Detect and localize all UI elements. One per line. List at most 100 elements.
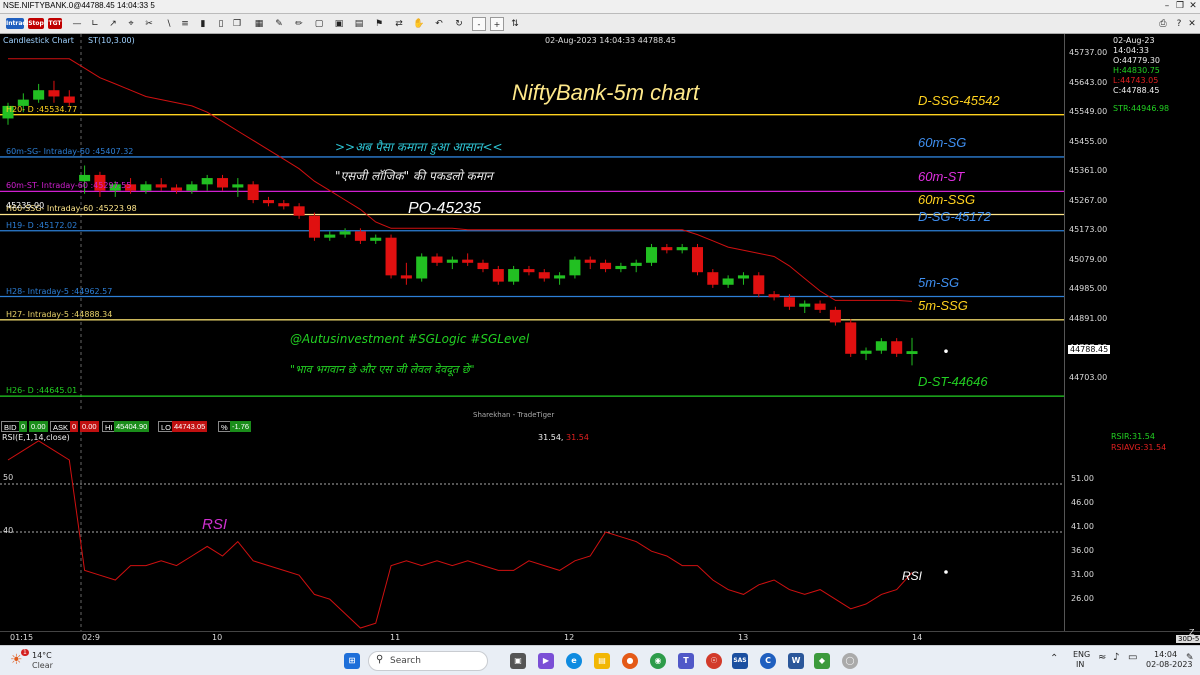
meet-icon[interactable]: ▶ bbox=[538, 653, 554, 669]
tgt-button[interactable]: TGT bbox=[48, 18, 62, 29]
level-left-label: H26- D :44645.01 bbox=[6, 386, 78, 396]
time-label: 02:9 bbox=[82, 633, 100, 642]
tradetiger-icon[interactable]: ☉ bbox=[706, 653, 722, 669]
language-label[interactable]: ENG bbox=[1073, 650, 1090, 659]
hand-icon[interactable]: ✋ bbox=[412, 16, 426, 32]
price-axis[interactable]: 45737.00 45643.00 45549.00 45455.00 45361.00… bbox=[1064, 34, 1200, 631]
candle-body bbox=[308, 215, 320, 238]
chrome-icon[interactable]: ◉ bbox=[650, 653, 666, 669]
bars-icon[interactable]: ▮ bbox=[196, 16, 210, 32]
file-explorer-icon[interactable]: ▤ bbox=[594, 653, 610, 669]
cross-icon[interactable]: ⌖ bbox=[124, 16, 138, 32]
stop-button[interactable]: Stop bbox=[28, 18, 44, 29]
sas-icon[interactable]: SAS bbox=[732, 653, 748, 669]
arrow-icon[interactable]: ↗ bbox=[106, 16, 120, 32]
ask-value: 0.00 bbox=[80, 421, 99, 432]
rsi-plot[interactable] bbox=[0, 432, 1064, 631]
rsi-annotation-bottom: RSI bbox=[902, 569, 923, 583]
scale-icon[interactable]: ⇅ bbox=[508, 16, 522, 32]
chevron-up-icon[interactable]: ⌃ bbox=[1050, 653, 1058, 664]
zoom-in-button[interactable]: + bbox=[490, 17, 504, 31]
battery-icon[interactable]: ▭ bbox=[1128, 652, 1137, 663]
bid-value: 0.00 bbox=[29, 421, 48, 432]
app-c-icon[interactable]: C bbox=[760, 653, 776, 669]
candle-body bbox=[630, 262, 642, 266]
candle-body bbox=[508, 269, 520, 282]
level-left-label: 60m-ST- Intraday-60 :45297.55 bbox=[6, 181, 132, 191]
minimize-icon[interactable]: – bbox=[1160, 0, 1174, 13]
time-axis[interactable]: 01:15 02:9 10 11 12 13 14 Z 30D-5 bbox=[0, 628, 1200, 645]
clock-time[interactable]: 14:04 bbox=[1154, 650, 1177, 659]
gann-icon[interactable]: ∟ bbox=[88, 16, 102, 32]
time-label: 14 bbox=[912, 633, 923, 642]
help-icon[interactable]: ? bbox=[1172, 16, 1186, 32]
region-label[interactable]: IN bbox=[1076, 660, 1084, 669]
search-box[interactable]: ⚲ Search bbox=[368, 651, 488, 671]
price-chart[interactable]: Candlestick Chart ST(10,3.00) 02-Aug-202… bbox=[0, 34, 1064, 410]
candle-body bbox=[768, 294, 780, 298]
chart-type-icon[interactable]: ▤ bbox=[352, 16, 366, 32]
level-left-label: H27- Intraday-5 :44888.34 bbox=[6, 309, 113, 319]
level-right-label: 60m-SSG bbox=[918, 192, 976, 208]
edge-icon[interactable]: e bbox=[566, 653, 582, 669]
notification-icon[interactable]: ✎ bbox=[1186, 653, 1194, 663]
app-gray-icon[interactable]: ◯ bbox=[842, 653, 858, 669]
eraser-icon[interactable]: ▢ bbox=[312, 16, 326, 32]
app-green-icon[interactable]: ◆ bbox=[814, 653, 830, 669]
ask-label: ASK bbox=[50, 421, 72, 432]
period-button[interactable]: 30D-5 bbox=[1176, 635, 1200, 643]
close-chart-icon[interactable]: ✕ bbox=[1186, 16, 1198, 32]
trendline-icon[interactable]: \ bbox=[162, 16, 176, 32]
candle-body bbox=[293, 206, 305, 216]
refresh-icon[interactable]: ↻ bbox=[452, 16, 466, 32]
flag-icon[interactable]: ⚑ bbox=[372, 16, 386, 32]
sync-icon[interactable]: ⇄ bbox=[392, 16, 406, 32]
candle-body bbox=[446, 259, 458, 263]
candle-body bbox=[140, 184, 152, 191]
current-price-dot bbox=[944, 349, 948, 353]
task-view-icon[interactable]: ▣ bbox=[510, 653, 526, 669]
zoom-out-button[interactable]: - bbox=[472, 17, 486, 31]
weather-desc[interactable]: Clear bbox=[32, 661, 53, 670]
print-icon[interactable]: ⎙ bbox=[1156, 16, 1170, 32]
ohlc-high: H:44830.75 bbox=[1113, 66, 1160, 75]
rsi-indicator-label: RSI(E,1,14,close) bbox=[2, 433, 70, 442]
weather-temp[interactable]: 14°C bbox=[32, 651, 52, 660]
window-title: NSE.NIFTYBANK.0@44788.45 14:04:33 5 bbox=[3, 1, 155, 10]
candle-body bbox=[845, 322, 857, 354]
teams-icon[interactable]: T bbox=[678, 653, 694, 669]
back-icon[interactable]: ↶ bbox=[432, 16, 446, 32]
level-right-label: 5m-SSG bbox=[918, 297, 968, 313]
rsi-line bbox=[7, 440, 913, 629]
text-icon[interactable]: ✏ bbox=[292, 16, 306, 32]
candle-body bbox=[799, 303, 811, 307]
cube-icon[interactable]: ❒ bbox=[230, 16, 244, 32]
scissors-icon[interactable]: ✂ bbox=[142, 16, 156, 32]
grid-icon[interactable]: ▦ bbox=[252, 16, 266, 32]
restore-icon[interactable]: ❐ bbox=[1173, 0, 1187, 13]
columns-icon[interactable]: ▯ bbox=[214, 16, 228, 32]
lines-icon[interactable]: ≡ bbox=[178, 16, 192, 32]
wifi-icon[interactable]: ≈ bbox=[1098, 652, 1106, 663]
intraday-button[interactable]: Intraday bbox=[6, 18, 34, 29]
hline-icon[interactable]: — bbox=[70, 16, 84, 32]
rsi-panel[interactable]: RSI(E,1,14,close) 31.54, 31.54 50 40 RSI… bbox=[0, 432, 1064, 631]
candle-body bbox=[247, 184, 259, 201]
firefox-icon[interactable]: ● bbox=[622, 653, 638, 669]
rsi-level-40: 40 bbox=[3, 526, 14, 535]
hindi-annotation-1: >>अब पैसा कमाना हुआ आसान<< bbox=[335, 140, 503, 154]
candle-body bbox=[278, 203, 290, 207]
word-icon[interactable]: W bbox=[788, 653, 804, 669]
current-price-tag: 44788.45 bbox=[1068, 345, 1111, 355]
pencil-icon[interactable]: ✎ bbox=[272, 16, 286, 32]
candle-body bbox=[737, 275, 749, 279]
price-tick-label: 44891.00 bbox=[1069, 313, 1108, 323]
candle-body bbox=[523, 269, 535, 273]
start-icon[interactable]: ⊞ bbox=[344, 653, 360, 669]
layout-icon[interactable]: ▣ bbox=[332, 16, 346, 32]
chart-type-label: Candlestick Chart bbox=[3, 36, 74, 45]
volume-icon[interactable]: ♪ bbox=[1113, 652, 1119, 663]
search-icon: ⚲ bbox=[376, 654, 384, 665]
close-icon[interactable]: ✕ bbox=[1186, 0, 1200, 13]
level-right-label: 5m-SG bbox=[918, 274, 960, 290]
